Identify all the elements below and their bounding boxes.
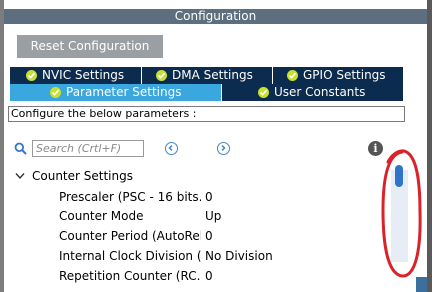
bottom-edge [416,277,427,292]
tab-user-constants[interactable]: User Constants [222,84,403,101]
check-circle-icon [26,70,37,81]
check-circle-icon [156,70,167,81]
param-value[interactable]: 0 [205,268,365,284]
instructions-text: Configure the below parameters : [8,106,405,122]
red-circle-annotation [381,149,422,278]
param-name[interactable]: Prescaler (PSC - 16 bits... [59,189,201,205]
reset-configuration-button[interactable]: Reset Configuration [17,35,163,58]
right-edge [427,0,432,292]
tab-label: NVIC Settings [42,68,125,82]
param-name[interactable]: Internal Clock Division (... [59,248,201,264]
chevron-left-circle-icon[interactable] [165,142,178,155]
param-name[interactable]: Repetition Counter (RC... [59,268,201,284]
left-edge [0,0,4,292]
group-counter-settings[interactable]: Counter Settings [32,168,133,184]
check-circle-icon [50,87,61,98]
chevron-right-circle-icon[interactable] [217,142,230,155]
tab-parameter-settings[interactable]: Parameter Settings [10,84,221,101]
param-value[interactable]: 0 [205,228,365,244]
param-name[interactable]: Counter Period (AutoRel... [59,228,201,244]
param-value[interactable]: Up [205,208,365,224]
check-circle-icon [287,70,298,81]
tab-dma-settings[interactable]: DMA Settings [142,67,272,84]
tab-label: Parameter Settings [66,85,182,99]
tab-gpio-settings[interactable]: GPIO Settings [273,67,403,84]
tab-label: User Constants [274,85,366,99]
configuration-panel: Configuration Reset Configuration NVIC S… [0,0,432,292]
param-value[interactable]: 0 [205,189,365,205]
tab-label: GPIO Settings [303,68,386,82]
search-input[interactable] [32,140,144,157]
search-icon[interactable] [14,142,27,155]
tab-label: DMA Settings [172,68,253,82]
check-circle-icon [258,87,269,98]
panel-title: Configuration [4,9,427,24]
tab-nvic-settings[interactable]: NVIC Settings [10,67,141,84]
chevron-down-icon[interactable] [15,172,25,180]
param-name[interactable]: Counter Mode [59,208,201,224]
param-value[interactable]: No Division [205,248,365,264]
